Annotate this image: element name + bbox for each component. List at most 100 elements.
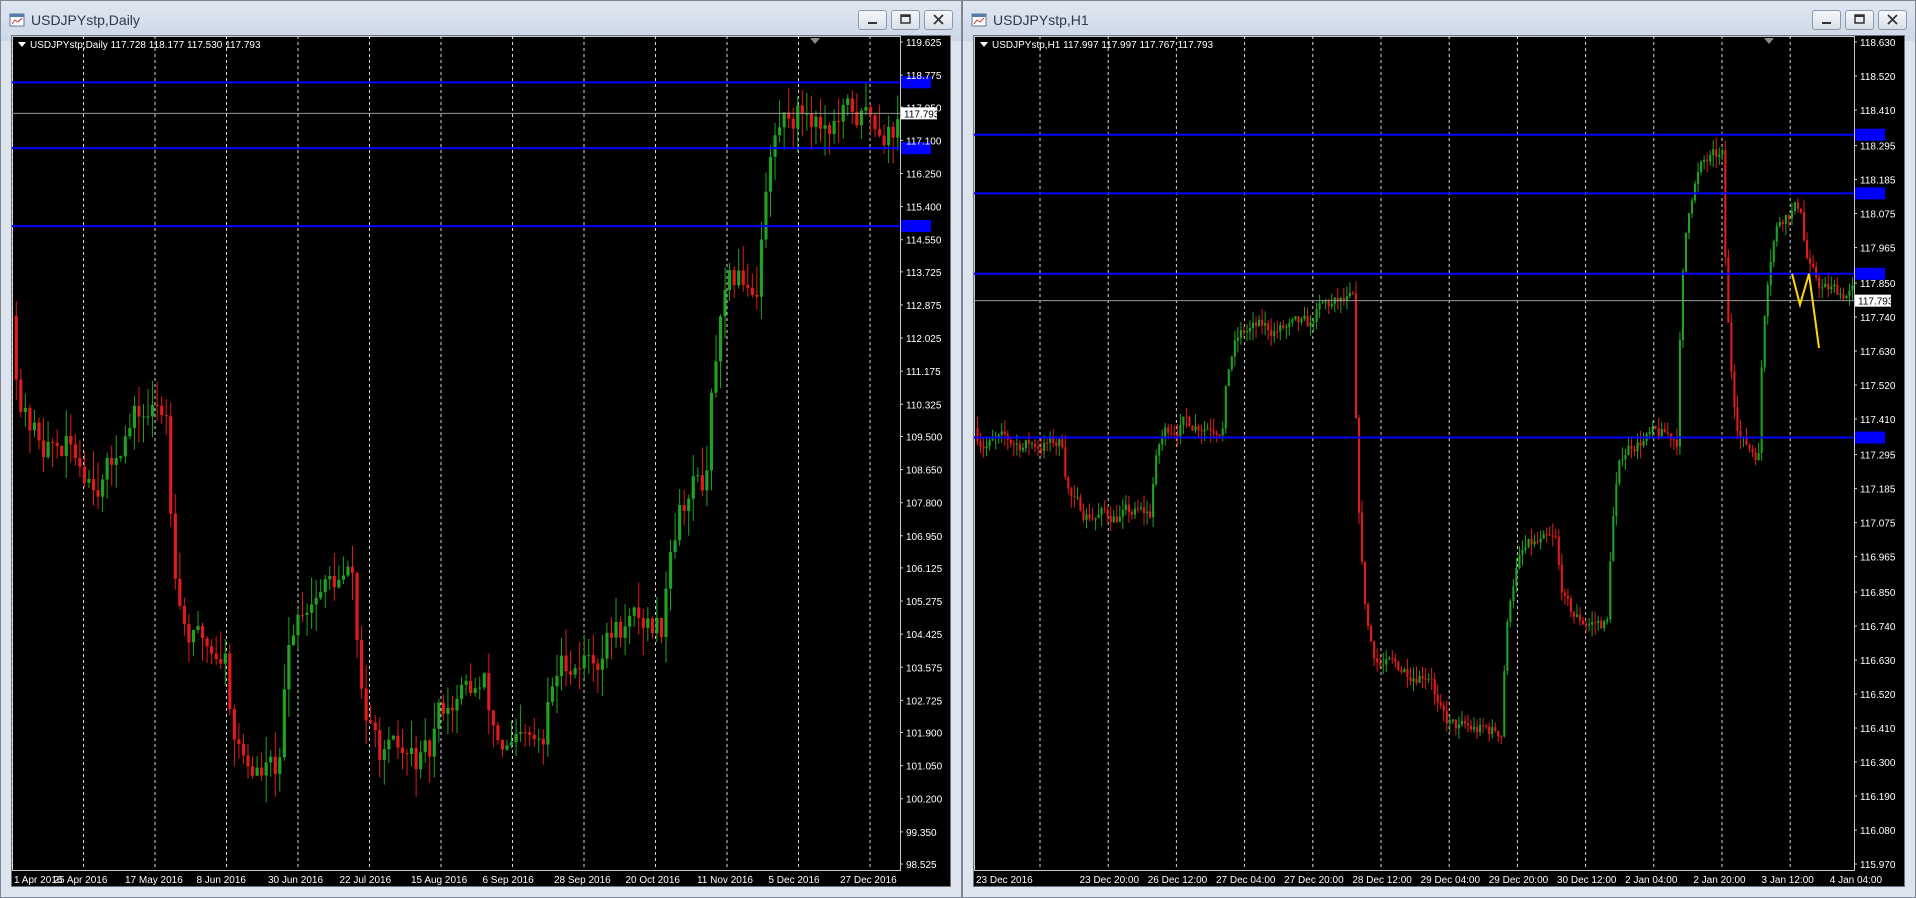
candle-body: [187, 624, 191, 643]
candle-body: [1085, 514, 1088, 520]
restore-button[interactable]: [891, 10, 920, 30]
x-axis-label: 29 Dec 04:00: [1421, 875, 1481, 886]
price-chart-daily[interactable]: 119.625118.775117.950117.100116.250115.4…: [12, 36, 952, 888]
minimize-button[interactable]: [1812, 10, 1841, 30]
candle-body: [432, 728, 436, 757]
candle-body: [369, 720, 373, 723]
candle-body: [1572, 611, 1576, 617]
close-icon: [933, 14, 944, 25]
candle-body: [1479, 725, 1482, 733]
y-axis-label: 118.630: [1860, 38, 1896, 49]
candle-body: [1079, 496, 1082, 511]
candle-body: [582, 655, 586, 669]
candle-body: [1457, 724, 1460, 729]
x-axis-label: 23 Dec 2016: [976, 875, 1033, 886]
price-chart-h1[interactable]: 118.630 118.520 118.410 118.295 118.185 118.0…: [974, 36, 1906, 888]
y-axis-label: 115.400: [906, 203, 942, 214]
candle-body: [341, 575, 346, 580]
y-axis-label: 117.630: [1860, 347, 1896, 358]
candle-body: [1569, 598, 1572, 612]
symbol-info-header: USDJPYstp,H1 117.997 117.997 117.767 117…: [980, 40, 1213, 51]
y-axis-label: 106.125: [906, 564, 943, 575]
candle-body: [1373, 641, 1376, 659]
candle-body: [1130, 512, 1133, 515]
candle-body: [359, 639, 364, 689]
candle-body: [714, 361, 718, 393]
candle-body: [1203, 429, 1206, 432]
y-axis-label: 117.185: [1860, 485, 1896, 496]
candle-body: [864, 107, 868, 111]
candle-body: [891, 126, 895, 138]
chart-area[interactable]: 118.630 118.520 118.410 118.295 118.185 118.0…: [973, 35, 1905, 887]
candle-body: [827, 125, 832, 135]
candle-body: [1094, 517, 1097, 520]
candle-body: [705, 470, 709, 491]
candle-body: [1297, 316, 1300, 323]
candle-body: [1463, 721, 1467, 724]
chart-window-daily[interactable]: USDJPYstp,Daily 119.625118.775117.950117…: [0, 0, 962, 898]
candle-body: [1557, 536, 1560, 565]
candle-body: [637, 607, 641, 618]
candle-body: [1445, 711, 1448, 724]
candle-body: [146, 416, 150, 418]
candle-body: [505, 745, 509, 750]
candle-body: [319, 592, 323, 598]
candle-body: [1530, 538, 1533, 545]
candle-body: [1787, 215, 1790, 219]
dropdown-triangle-icon[interactable]: [18, 42, 26, 47]
candle-body: [655, 617, 659, 634]
candle-body: [1760, 367, 1763, 453]
candle-body: [1288, 322, 1291, 327]
plot-border: [12, 36, 901, 871]
y-axis-label: 105.275: [906, 597, 943, 608]
chart-window-h1[interactable]: USDJPYstp,H1 118.630 118.520 118.410 118.29…: [962, 0, 1916, 898]
x-axis-label: 6 Sep 2016: [482, 875, 534, 886]
dropdown-triangle-icon[interactable]: [980, 42, 988, 47]
level-tag: [1855, 187, 1885, 200]
candle-body: [1606, 619, 1609, 622]
candle-body: [1730, 322, 1733, 372]
candle-body: [1139, 507, 1143, 509]
restore-button[interactable]: [1845, 10, 1874, 30]
candle-body: [487, 673, 491, 711]
x-axis-label: 28 Sep 2016: [554, 875, 611, 886]
candle-body: [1684, 232, 1688, 272]
candle-body: [1491, 727, 1494, 734]
x-axis-label: 27 Dec 2016: [840, 875, 897, 886]
candle-body: [1845, 295, 1848, 299]
candle-body: [210, 646, 214, 654]
candle-body: [1515, 568, 1518, 587]
candle-body: [532, 734, 536, 740]
candle-body: [1527, 538, 1530, 548]
candle-body: [1330, 303, 1333, 307]
candle-body: [1327, 301, 1330, 307]
close-button[interactable]: [1878, 10, 1907, 30]
minimize-icon: [1822, 22, 1831, 24]
candle-body: [1061, 439, 1064, 448]
candle-body: [1267, 323, 1270, 330]
candle-body: [696, 475, 700, 477]
candle-body: [887, 126, 891, 146]
candle-body: [1103, 508, 1106, 510]
x-axis-label: 27 Dec 20:00: [1284, 875, 1344, 886]
candle-body: [1158, 444, 1161, 456]
candle-body: [605, 632, 609, 659]
candle-body: [1037, 446, 1040, 449]
candle-body: [1442, 705, 1445, 712]
candle-body: [1363, 561, 1367, 605]
candle-body: [1724, 150, 1727, 258]
chart-area[interactable]: 119.625118.775117.950117.100116.250115.4…: [11, 35, 951, 887]
candle-body: [1539, 538, 1542, 543]
y-axis-label: 118.520: [1860, 72, 1896, 83]
minimize-button[interactable]: [858, 10, 887, 30]
candle-body: [1763, 316, 1766, 368]
candle-body: [1500, 736, 1503, 738]
candle-body: [1827, 283, 1830, 290]
candle-body: [659, 617, 664, 638]
candle-body: [1303, 315, 1306, 319]
close-button[interactable]: [924, 10, 953, 30]
candle-body: [1233, 340, 1236, 357]
candle-body: [600, 658, 604, 670]
candle-body: [1754, 452, 1757, 461]
candle-body: [378, 730, 382, 760]
